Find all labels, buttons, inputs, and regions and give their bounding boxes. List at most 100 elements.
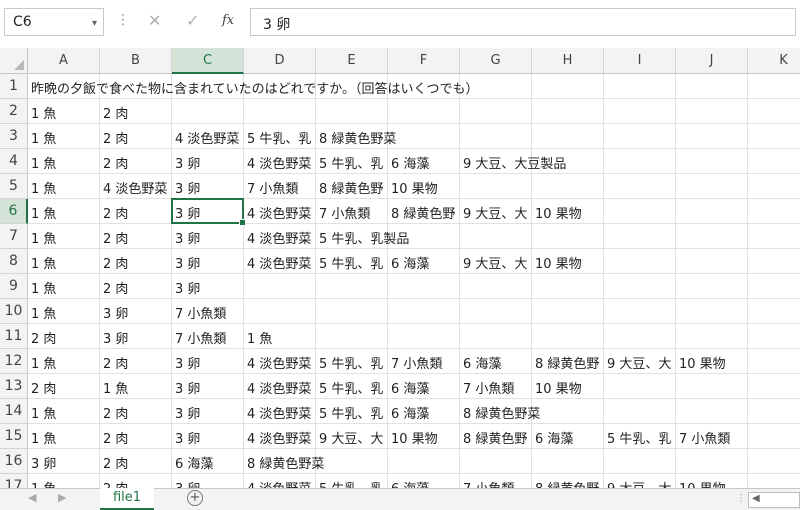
cell-value-a9: 1 魚 xyxy=(31,282,57,297)
cell-value-d8: 4 淡色野菜 xyxy=(247,257,312,272)
cell-value-g12: 6 海藻 xyxy=(463,357,502,372)
cell-value-g17: 7 小魚類 xyxy=(463,478,532,488)
row-header-13[interactable]: 13 xyxy=(0,374,28,399)
cell-value-f12: 7 小魚類 xyxy=(391,357,443,372)
sheet-tab-file1[interactable]: file1 xyxy=(100,488,154,510)
row-header-15[interactable]: 15 xyxy=(0,424,28,449)
column-header-c[interactable]: C xyxy=(172,48,244,74)
cell-value-i17: 9 大豆、大 xyxy=(607,478,676,488)
cell-value-d11: 1 魚 xyxy=(247,332,273,347)
cell-value-a15: 1 魚 xyxy=(31,432,57,447)
more-options-icon[interactable]: ⋮ xyxy=(116,12,130,28)
add-sheet-button[interactable]: + xyxy=(187,490,203,506)
row-header-1[interactable]: 1 xyxy=(0,74,28,99)
cell-value-e15: 9 大豆、大 xyxy=(319,432,384,447)
cell-value-h12: 8 緑黄色野 xyxy=(535,357,600,372)
name-box-value[interactable]: C6 xyxy=(13,14,32,30)
cell-value-b12: 2 肉 xyxy=(103,357,129,372)
cell-value-j15: 7 小魚類 xyxy=(679,432,731,447)
cell-value-c16: 6 海藻 xyxy=(175,457,214,472)
prev-sheet-icon[interactable]: ◀ xyxy=(28,491,36,504)
row-header-11[interactable]: 11 xyxy=(0,324,28,349)
row-header-5[interactable]: 5 xyxy=(0,174,28,199)
column-header-f[interactable]: F xyxy=(388,48,460,74)
active-cell-border[interactable] xyxy=(171,198,246,226)
formula-input[interactable]: 3 卵 xyxy=(250,8,796,36)
column-header-g[interactable]: G xyxy=(460,48,532,74)
row-header-2[interactable]: 2 xyxy=(0,99,28,124)
tab-splitter-icon[interactable]: ⋮ xyxy=(736,493,746,504)
fill-handle[interactable] xyxy=(239,219,246,226)
cell-value-c7: 3 卵 xyxy=(175,232,201,247)
cell-value-c9: 3 卵 xyxy=(175,282,201,297)
cell-value-c4: 3 卵 xyxy=(175,157,201,172)
row-header-7[interactable]: 7 xyxy=(0,224,28,249)
enter-check-icon[interactable]: ✓ xyxy=(186,11,199,30)
cell-value-c12: 3 卵 xyxy=(175,357,201,372)
row-header-4[interactable]: 4 xyxy=(0,149,28,174)
cell-value-c14: 3 卵 xyxy=(175,407,201,422)
insert-function-icon[interactable]: fx xyxy=(222,13,234,28)
cell-value-e3: 8 緑黄色野菜 xyxy=(319,132,397,147)
cell-value-f13: 6 海藻 xyxy=(391,382,430,397)
cell-value-g6: 9 大豆、大 xyxy=(463,207,528,222)
cell-value-e7: 5 牛乳、乳製品 xyxy=(319,232,410,247)
cell-value-b16: 2 肉 xyxy=(103,457,129,472)
cell-value-f6: 8 緑黄色野 xyxy=(391,207,456,222)
column-header-h[interactable]: H xyxy=(532,48,604,74)
column-header-e[interactable]: E xyxy=(316,48,388,74)
cell-value-j12: 10 果物 xyxy=(679,357,726,372)
cell-value-j17: 10 果物 xyxy=(679,478,800,488)
column-header-a[interactable]: A xyxy=(28,48,100,74)
cell-value-i15: 5 牛乳、乳 xyxy=(607,432,672,447)
cell-value-d3: 5 牛乳、乳 xyxy=(247,132,312,147)
next-sheet-icon[interactable]: ▶ xyxy=(58,491,66,504)
row-header-9[interactable]: 9 xyxy=(0,274,28,299)
spreadsheet-grid[interactable]: A B C D E F G H I J K 1 昨晩の夕飯で食べた物に含まれていたのはどれですか。（回答… xyxy=(0,48,800,488)
cell-value-b15: 2 肉 xyxy=(103,432,129,447)
cell-value-e12: 5 牛乳、乳 xyxy=(319,357,384,372)
cancel-icon[interactable]: ✕ xyxy=(148,11,161,30)
cell-value-b2: 2 肉 xyxy=(103,107,129,122)
chevron-down-icon[interactable]: ▾ xyxy=(92,18,97,29)
cell-value-a5: 1 魚 xyxy=(31,182,57,197)
cell-value-c3: 4 淡色野菜 xyxy=(175,132,240,147)
column-header-k[interactable]: K xyxy=(748,48,800,74)
cell-value-a3: 1 魚 xyxy=(31,132,57,147)
cell-value-g13: 7 小魚類 xyxy=(463,382,515,397)
select-all-corner[interactable] xyxy=(0,48,28,74)
cell-value-f5: 10 果物 xyxy=(391,182,438,197)
cell-value-b3: 2 肉 xyxy=(103,132,129,147)
column-header-j[interactable]: J xyxy=(676,48,748,74)
cell-value-d17: 4 淡色野菜 xyxy=(247,478,316,488)
name-box[interactable]: C6 ▾ xyxy=(4,8,104,36)
row-header-3[interactable]: 3 xyxy=(0,124,28,149)
cell-value-e17: 5 牛乳、乳 xyxy=(319,478,388,488)
row-header-16[interactable]: 16 xyxy=(0,449,28,474)
cell-value-h8: 10 果物 xyxy=(535,257,582,272)
row-header-6[interactable]: 6 xyxy=(0,199,28,224)
cell-value-a1: 昨晩の夕飯で食べた物に含まれていたのはどれですか。（回答はいくつでも） xyxy=(31,82,479,97)
cell-value-h17: 8 緑黄色野 xyxy=(535,478,604,488)
formula-value[interactable]: 3 卵 xyxy=(263,14,290,34)
sheet-tabs-bar: ◀ ▶ file1 + ⋮ ◀ xyxy=(0,488,800,510)
scroll-left-icon[interactable]: ◀ xyxy=(752,493,760,504)
cell-value-e6: 7 小魚類 xyxy=(319,207,371,222)
cell-value-a14: 1 魚 xyxy=(31,407,57,422)
row-header-10[interactable]: 10 xyxy=(0,299,28,324)
column-header-b[interactable]: B xyxy=(100,48,172,74)
row-header-8[interactable]: 8 xyxy=(0,249,28,274)
row-header-17[interactable]: 17 xyxy=(0,474,28,488)
cell-value-f4: 6 海藻 xyxy=(391,157,430,172)
cell-value-f14: 6 海藻 xyxy=(391,407,430,422)
select-all-triangle-icon xyxy=(14,60,24,70)
horizontal-scrollbar[interactable]: ◀ xyxy=(748,492,800,508)
cell-value-d7: 4 淡色野菜 xyxy=(247,232,312,247)
cell-value-d15: 4 淡色野菜 xyxy=(247,432,312,447)
row-header-12[interactable]: 12 xyxy=(0,349,28,374)
column-header-i[interactable]: I xyxy=(604,48,676,74)
row-header-14[interactable]: 14 xyxy=(0,399,28,424)
cell-value-e5: 8 緑黄色野 xyxy=(319,182,384,197)
cell-value-b5: 4 淡色野菜 xyxy=(103,182,168,197)
column-header-d[interactable]: D xyxy=(244,48,316,74)
